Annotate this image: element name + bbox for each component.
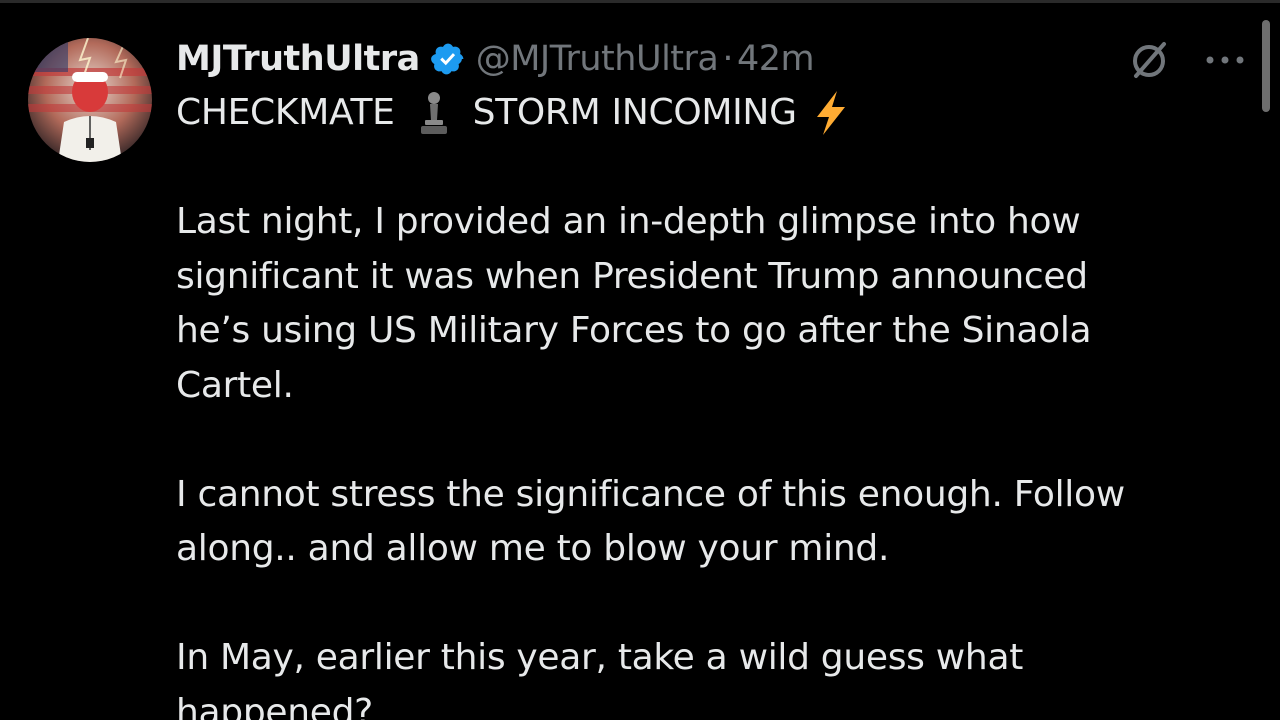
paragraph3-line: happened? bbox=[176, 691, 373, 720]
header-separator: · bbox=[722, 39, 734, 79]
headline-checkmate: CHECKMATE bbox=[176, 92, 395, 133]
paragraph2-line: I cannot stress the significance of this… bbox=[176, 473, 1125, 515]
tweet-text: CHECKMATE STORM INCOMING Last night, I p… bbox=[176, 86, 1236, 720]
tweet[interactable]: MJTruthUltra @MJTruthUltra · 42m CHECKMA… bbox=[0, 0, 1280, 720]
headline-storm: STORM INCOMING bbox=[472, 92, 797, 133]
paragraph1-line: significant it was when President Trump … bbox=[176, 255, 1088, 297]
scrollbar-thumb[interactable] bbox=[1262, 20, 1270, 112]
display-name[interactable]: MJTruthUltra bbox=[176, 39, 420, 79]
timestamp[interactable]: 42m bbox=[737, 39, 815, 79]
chess-pawn-icon bbox=[417, 90, 451, 136]
paragraph1-line: Cartel. bbox=[176, 364, 294, 406]
paragraph3-line: In May, earlier this year, take a wild g… bbox=[176, 637, 1024, 678]
tweet-header: MJTruthUltra @MJTruthUltra · 42m bbox=[176, 32, 815, 86]
more-options-icon[interactable] bbox=[1200, 46, 1250, 74]
verified-badge-icon bbox=[430, 41, 466, 77]
avatar[interactable] bbox=[28, 38, 152, 162]
lightning-bolt-icon bbox=[811, 89, 851, 137]
grok-icon[interactable] bbox=[1126, 38, 1172, 84]
paragraph1-line: Last night, I provided an in-depth glimp… bbox=[176, 201, 1081, 242]
tweet-headline: CHECKMATE STORM INCOMING bbox=[176, 86, 1236, 141]
paragraph2-line: along.. and allow me to blow your mind. bbox=[176, 528, 890, 569]
user-handle[interactable]: @MJTruthUltra bbox=[476, 39, 719, 79]
paragraph1-line: he’s using US Military Forces to go afte… bbox=[176, 310, 1092, 351]
